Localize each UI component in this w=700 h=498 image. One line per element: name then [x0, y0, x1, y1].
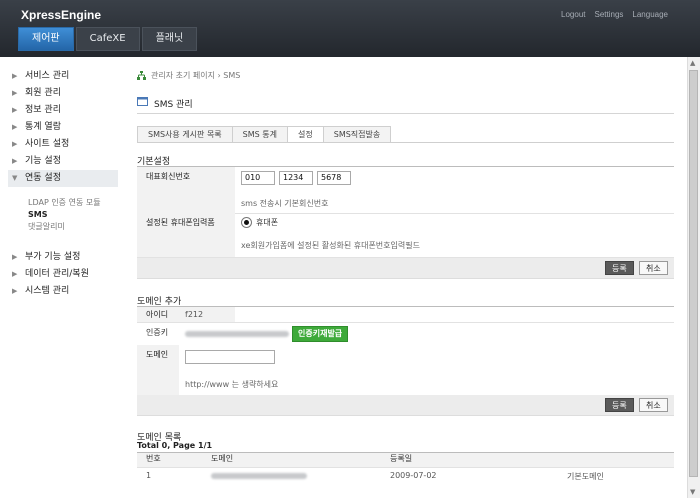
sidebar-sub-comment-notify[interactable]: 댓글알리미: [8, 221, 118, 233]
gnb-cafexe[interactable]: CafeXE: [75, 27, 140, 51]
domain-input[interactable]: [185, 350, 275, 364]
tab-bar: SMS사용 게시판 목록 SMS 통계 설정 SMS직접발송: [137, 126, 392, 143]
domain-cancel-button[interactable]: 취소: [639, 398, 668, 412]
chevron-right-icon: ▶: [12, 123, 18, 131]
utility-menu: Logout Settings Language: [561, 10, 668, 19]
row-domain: 도메인 http://www 는 생략하세요: [137, 345, 674, 396]
domain-button-bar: 등록 취소: [137, 395, 674, 416]
auth-key-value: [185, 331, 289, 337]
chevron-down-icon: ▼: [12, 174, 18, 182]
auth-key-label: 인증키: [146, 328, 169, 337]
col-reg-date: 등록일: [390, 454, 413, 463]
sidebar-item-service[interactable]: ▶ 서비스 관리: [8, 68, 118, 85]
row-status: 기본도메인: [567, 472, 604, 481]
basic-cancel-button[interactable]: 취소: [639, 261, 668, 275]
domain-desc: http://www 는 생략하세요: [185, 380, 279, 389]
phone-field-label: 설정된 휴대폰입력폼: [137, 213, 235, 257]
phone-radio-group: 휴대폰: [241, 217, 278, 228]
sidebar-item-integration[interactable]: ▼ 연동 설정: [8, 170, 118, 187]
scroll-down-icon[interactable]: ▼: [690, 488, 695, 496]
tab-board-list[interactable]: SMS사용 게시판 목록: [137, 126, 233, 142]
row-date: 2009-07-02: [390, 471, 437, 480]
sidebar-item-stats[interactable]: ▶ 통계 열람: [8, 119, 118, 136]
radio-label: 휴대폰: [256, 218, 279, 227]
tab-divider: [137, 142, 674, 143]
gnb-planet[interactable]: 플래닛: [141, 27, 198, 51]
settings-link[interactable]: Settings: [595, 10, 624, 19]
language-link[interactable]: Language: [632, 10, 668, 19]
chevron-right-icon: ▶: [12, 140, 18, 148]
reissue-key-button[interactable]: 인증키재발급: [292, 326, 349, 342]
phone-field-desc: xe회원가입폼에 설정된 활성화된 휴대폰번호입력필드: [241, 241, 420, 250]
window-icon: [137, 97, 148, 106]
row-phone-field: 설정된 휴대폰입력폼 휴대폰 xe회원가입폼에 설정된 활성화된 휴대폰번호입력…: [137, 213, 674, 258]
tab-stats[interactable]: SMS 통계: [231, 126, 288, 142]
row-auth-key: 인증키 인증키재발급: [137, 322, 674, 345]
domain-label: 도메인: [137, 345, 179, 395]
rep-number-label: 대표회신번호: [137, 167, 235, 213]
total-count: Total 0, Page 1/1: [137, 441, 213, 450]
vertical-scrollbar[interactable]: ▲ ▼: [687, 57, 700, 498]
col-domain: 도메인: [211, 454, 234, 463]
sidebar-sub-ldap[interactable]: LDAP 인증 연동 모듈: [8, 197, 118, 209]
tab-direct-send[interactable]: SMS직접발송: [322, 126, 392, 142]
chevron-right-icon: ▶: [12, 253, 18, 261]
sidebar-item-feature[interactable]: ▶ 기능 설정: [8, 153, 118, 170]
table-row: 1 2009-07-02 기본도메인: [137, 466, 674, 486]
sidebar-item-info[interactable]: ▶ 정보 관리: [8, 102, 118, 119]
id-value: f212: [185, 310, 204, 319]
rep-number-desc: sms 전송시 기본회신번호: [241, 199, 329, 208]
chevron-right-icon: ▶: [12, 270, 18, 278]
breadcrumb: 관리자 초기 페이지 › SMS: [137, 70, 240, 81]
sidebar-sub-sms[interactable]: SMS: [8, 209, 118, 221]
phone-part3-input[interactable]: 5678: [317, 171, 351, 185]
logout-link[interactable]: Logout: [561, 10, 585, 19]
chevron-right-icon: ▶: [12, 89, 18, 97]
col-number: 번호: [146, 454, 161, 463]
radio-button[interactable]: [241, 217, 252, 228]
brand-logo[interactable]: XpressEngine: [21, 8, 101, 22]
basic-button-bar: 등록 취소: [137, 258, 674, 279]
row-rep-number: 대표회신번호 010 1234 5678 sms 전송시 기본회신번호: [137, 167, 674, 214]
sidebar-item-data[interactable]: ▶ 데이터 관리/복원: [8, 266, 118, 283]
sidebar-item-system[interactable]: ▶ 시스템 관리: [8, 283, 118, 300]
phone-part1-input[interactable]: 010: [241, 171, 275, 185]
gnb-control-panel[interactable]: 제어판: [18, 27, 74, 51]
global-nav: 제어판 CafeXE 플래닛: [18, 27, 198, 51]
phone-part2-input[interactable]: 1234: [279, 171, 313, 185]
module-title: SMS 관리: [137, 97, 674, 114]
scroll-thumb[interactable]: [689, 70, 698, 477]
row-id: 아이디 f212: [137, 307, 674, 323]
chevron-right-icon: ▶: [12, 106, 18, 114]
tab-settings[interactable]: 설정: [287, 126, 324, 143]
row-number: 1: [146, 471, 152, 480]
sidebar-item-site[interactable]: ▶ 사이트 설정: [8, 136, 118, 153]
sidebar-item-member[interactable]: ▶ 회원 관리: [8, 85, 118, 102]
chevron-right-icon: ▶: [12, 157, 18, 165]
sitemap-icon: [137, 71, 146, 80]
domain-save-button[interactable]: 등록: [605, 398, 634, 412]
basic-save-button[interactable]: 등록: [605, 261, 634, 275]
chevron-right-icon: ▶: [12, 72, 18, 80]
sidebar-item-addon[interactable]: ▶ 부가 기능 설정: [8, 249, 118, 266]
chevron-right-icon: ▶: [12, 287, 18, 295]
top-header: XpressEngine Logout Settings Language 제어…: [0, 0, 700, 57]
row-domain: [211, 473, 307, 479]
scroll-up-icon[interactable]: ▲: [690, 59, 695, 67]
sidebar: ▶ 서비스 관리 ▶ 회원 관리 ▶ 정보 관리 ▶ 통계 열람 ▶ 사이트 설정 ▶ 기능…: [8, 68, 118, 300]
